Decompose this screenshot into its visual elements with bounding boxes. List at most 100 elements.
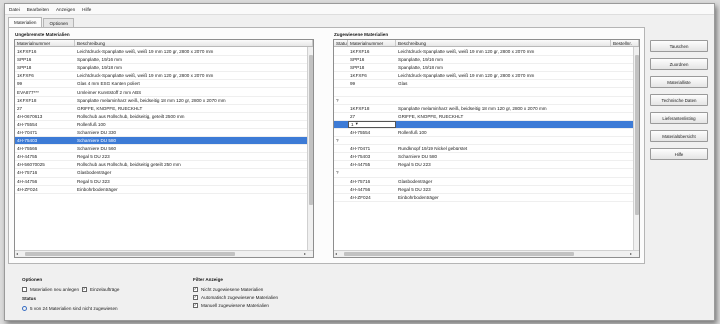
table-row[interactable]: 27 GRIFFE, KNOPFE, RUECKHLT	[15, 105, 307, 113]
right-col-bestellnr[interactable]: Bestellnr.	[611, 40, 639, 46]
left-vertical-scrollbar[interactable]	[307, 47, 313, 250]
options-group: Optionen Materialien neu anlegen ✓ Einze…	[22, 277, 119, 312]
cell-materialnummer: 4H-44755	[17, 154, 38, 160]
edit-materialnummer-input[interactable]: 1 ▾	[348, 120, 396, 128]
table-row[interactable]: 4H-75716 Glasbodenträger	[15, 169, 307, 178]
assigned-materials-grid[interactable]: Status Materialnummer Beschreibung Beste…	[333, 39, 640, 258]
table-row[interactable]: 4H-70471 Scharniere DU 330	[15, 129, 307, 138]
right-hscroll-thumb[interactable]	[344, 252, 574, 256]
left-vscroll-thumb[interactable]	[309, 55, 313, 205]
table-row[interactable]: 4H-ZF024 Einbohrbodenträger	[15, 186, 307, 194]
lieferantenlisting-button[interactable]: Lieferantenlisting	[650, 112, 708, 124]
scroll-right-arrow-icon[interactable]: ▸	[304, 251, 306, 257]
scroll-left-arrow-icon[interactable]: ◂	[335, 251, 337, 257]
einzelauftraege-checkbox[interactable]: ✓	[82, 286, 88, 292]
table-row[interactable]: 99 Glas 4 mm ESG Kanten poliert	[15, 80, 307, 89]
cell-beschreibung: Umleimer Kunststoff 2 mm ABS	[77, 89, 142, 95]
right-vertical-scrollbar[interactable]	[633, 47, 639, 250]
zuordnen-button[interactable]: Zuordnen	[650, 58, 708, 70]
cell-beschreibung: Glasbodenträger	[77, 170, 112, 176]
table-row[interactable]: 4H-44755 Regal 5 DU 223	[15, 153, 307, 162]
menu-bearbeiten[interactable]: Bearbeiten	[27, 7, 49, 12]
table-row[interactable]: ?	[334, 137, 633, 146]
right-vscroll-thumb[interactable]	[635, 55, 639, 215]
scroll-right-arrow-icon[interactable]: ▸	[630, 251, 632, 257]
left-col-materialnummer[interactable]: Materialnummer	[15, 40, 75, 46]
cell-materialnummer: 4H-70471	[350, 146, 371, 152]
menu-hilfe[interactable]: Hilfe	[82, 7, 91, 12]
right-horizontal-scrollbar[interactable]: ◂ ▸	[334, 250, 639, 257]
table-row[interactable]: SPP18 Spanplatte, 19/18 mm	[15, 64, 307, 73]
table-row[interactable]: 1KFXF16 Leichtdruck-Spanplatte weiß, weiß…	[15, 48, 307, 57]
table-row[interactable]: 1 ▾	[334, 120, 633, 129]
table-row[interactable]: 1KFXF18 Spanplatte melaminharz weiß, beid…	[15, 97, 307, 105]
left-col-beschreibung[interactable]: Beschreibung	[75, 40, 313, 46]
table-row[interactable]	[334, 88, 633, 97]
table-row[interactable]: 4H-75554 Rollenfuß 100	[15, 121, 307, 129]
cell-beschreibung: Rollschub aus Rollschub, beidseitig, get…	[77, 113, 185, 119]
cell-materialnummer: 4H-56070025	[17, 162, 45, 168]
cell-beschreibung: Leichtdruck-Spanplatte weiß, weiß 19 mm …	[398, 49, 535, 55]
table-row[interactable]: SPP16 Spanplatte, 19/16 mm	[15, 56, 307, 65]
right-col-materialnummer[interactable]: Materialnummer	[348, 40, 396, 46]
cell-beschreibung: Leichtdruck-Spanplatte weiß, weiß 19 mm …	[398, 73, 535, 79]
cell-beschreibung: Glasbodenträger	[398, 178, 433, 184]
cell-materialnummer: 4H-0670613	[17, 113, 43, 119]
cell-materialnummer: 1KFXF16	[350, 49, 370, 55]
table-row[interactable]: 4H-44755 Regal 5 DU 223	[334, 161, 633, 170]
cell-beschreibung: Leichtdruck-Spanplatte weiß, weiß 19 mm …	[77, 49, 214, 55]
table-row[interactable]: 4H-70471 Rundknopf 19/19 Nickel gebürstet	[334, 145, 633, 154]
filter-nicht-zugewiesen-checkbox[interactable]: ✓	[193, 286, 198, 292]
table-row[interactable]: 1KFXF18 Spanplatte melaminharz weiß, beid…	[334, 105, 633, 113]
right-col-beschreibung[interactable]: Beschreibung	[396, 40, 611, 46]
materialien-neu-anlegen-checkbox[interactable]	[22, 286, 27, 292]
hilfe-button[interactable]: Hilfe	[650, 148, 708, 160]
cell-materialnummer: 4H-75403	[350, 154, 371, 160]
table-row[interactable]: 4H-56070025 Rollschub aus Rollschub, beid…	[15, 161, 307, 170]
chevron-down-icon[interactable]: ▾	[356, 122, 358, 127]
table-row[interactable]: 4H-44756 Regal 5 DU 323	[334, 186, 633, 194]
materialliste-button[interactable]: Materialliste	[650, 76, 708, 88]
table-row[interactable]: 4H-75716 Glasbodenträger	[334, 178, 633, 186]
cell-beschreibung: Spanplatte, 19/18 mm	[77, 65, 122, 71]
materialuebersicht-button[interactable]: Materialübersicht	[650, 130, 708, 142]
table-row[interactable]: 4H-75554 Rollenfuß 100	[334, 129, 633, 138]
cell-materialnummer: SPP16	[350, 57, 365, 63]
technische-daten-button[interactable]: Technische Daten	[650, 94, 708, 106]
table-row[interactable]: 4H-0670613 Rollschub aus Rollschub, beids…	[15, 113, 307, 121]
left-horizontal-scrollbar[interactable]: ◂ ▸	[15, 250, 313, 257]
table-row[interactable]: 1KFXF16 Leichtdruck-Spanplatte weiß, weiß…	[334, 48, 633, 57]
table-row[interactable]: SPP16 Spanplatte, 19/16 mm	[334, 56, 633, 65]
right-grid-header: Status Materialnummer Beschreibung Beste…	[334, 40, 639, 47]
cell-beschreibung: Rollschub aus Rollschub, beidseitig gete…	[77, 162, 181, 168]
cell-materialnummer: SPP18	[350, 65, 365, 71]
table-row[interactable]: EVA877*** Umleimer Kunststoff 2 mm ABS	[15, 88, 307, 97]
tab-materialien[interactable]: Materialien	[8, 17, 43, 27]
menu-datei[interactable]: Datei	[9, 7, 20, 12]
unassigned-materials-grid[interactable]: Materialnummer Beschreibung 1KFXF16 Leich…	[14, 39, 314, 258]
filter-automatisch-label: Automatisch zugewiesene Materialien	[201, 294, 279, 300]
table-row[interactable]: 1KFXF6 Leichtdruck-Spanplatte weiß, weiß …	[334, 72, 633, 81]
table-row[interactable]: 1KFXF6 Leichtdruck-Spanplatte weiß, weiß …	[15, 72, 307, 81]
table-row[interactable]: SPP18 Spanplatte, 19/18 mm	[334, 64, 633, 73]
table-row[interactable]: 4H-44756 Regal 5 DU 323	[15, 178, 307, 186]
filter-manuell-checkbox[interactable]: ✓	[193, 302, 198, 308]
tauschen-button[interactable]: Tauschen	[650, 40, 708, 52]
table-row[interactable]: 4H-ZF024 Einbohrbodenträger	[334, 194, 633, 202]
table-row[interactable]: 27 GRIFFE, KNOPFE, RUECKHLT	[334, 113, 633, 121]
right-col-status[interactable]: Status	[334, 40, 348, 46]
table-row[interactable]: 99 Glas	[334, 80, 633, 89]
left-hscroll-thumb[interactable]	[25, 252, 235, 256]
tab-optionen[interactable]: Optionen	[43, 18, 75, 27]
cell-materialnummer: 4H-ZF024	[350, 194, 371, 200]
filter-automatisch-checkbox[interactable]: ✓	[193, 294, 198, 300]
cell-beschreibung: Einbohrbodenträger	[77, 186, 118, 192]
cell-beschreibung: Scharniere DU 580	[77, 138, 117, 144]
table-row[interactable]: 4H-75403 Scharniere DU 580	[334, 153, 633, 162]
table-row[interactable]: ?	[334, 97, 633, 105]
table-row[interactable]: 4H-75566 Scharniere DU 560	[15, 145, 307, 154]
scroll-left-arrow-icon[interactable]: ◂	[16, 251, 18, 257]
menu-anzeigen[interactable]: Anzeigen	[56, 7, 75, 12]
table-row[interactable]: ?	[334, 169, 633, 178]
table-row[interactable]: 4H-75403 Scharniere DU 580	[15, 137, 307, 146]
